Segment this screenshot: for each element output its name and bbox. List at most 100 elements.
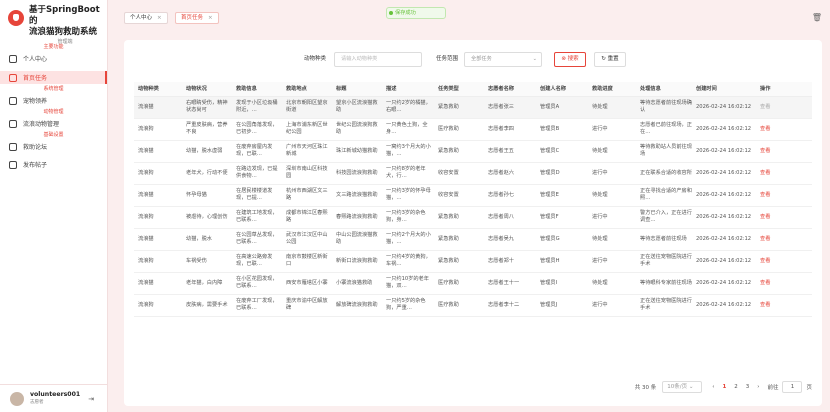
view-button[interactable]: 查看	[756, 184, 812, 207]
table-cell: 在路边发现，已提供食物…	[232, 162, 282, 185]
table-row[interactable]: 流浪猫 右眼睛受伤，精神状态尚可 发现于小区垃圾桶附近，… 北京市朝阳区望京街道 望京小…	[134, 96, 812, 119]
table-cell: 志愿者郑十	[484, 250, 536, 273]
table-cell: 一只约3岁的杂色狗，身…	[382, 206, 434, 229]
avatar[interactable]	[10, 391, 24, 406]
view-button[interactable]: 查看	[756, 206, 812, 229]
table-cell: 紧急救助	[434, 228, 484, 251]
chevron-down-icon: ⌄	[532, 56, 537, 62]
table-cell: 2026-02-24 16:02:12	[692, 184, 756, 207]
column-header: 救助信息	[232, 82, 282, 97]
table-cell: 一只约10岁的老年猫，双…	[382, 272, 434, 295]
table-cell: 流浪猫	[134, 140, 182, 163]
column-header: 救助进度	[588, 82, 636, 97]
view-button[interactable]: 查看	[756, 228, 812, 251]
tab-home-tasks[interactable]: 首页任务 ×	[175, 12, 219, 24]
page-2[interactable]: 2	[734, 384, 738, 390]
table-row[interactable]: 流浪狗 皮肤病，需要手术 在废弃工厂发现，已联系… 重庆市渝中区解放碑 解放碑流浪狗救助…	[134, 294, 812, 317]
heart-icon	[9, 96, 17, 105]
column-header: 救助地点	[282, 82, 332, 97]
table-cell: 志愿者赵六	[484, 162, 536, 185]
user-name: volunteers001	[30, 390, 81, 398]
table-cell: 紧急救助	[434, 140, 484, 163]
table-cell: 流浪狗	[134, 294, 182, 317]
view-button[interactable]: 查看	[756, 294, 812, 317]
table-cell: 等待志愿者前往现场	[636, 228, 692, 251]
column-header: 任务类型	[434, 82, 484, 97]
table-cell: 深圳市南山区科技园	[282, 162, 332, 185]
animal-type-input[interactable]: 请输入动物种类	[334, 52, 422, 67]
user-icon	[9, 54, 17, 63]
table-row[interactable]: 流浪狗 被虐待，心理创伤 在建筑工地发现，已联系… 成都市锦江区春熙路 春熙路流浪狗救助…	[134, 206, 812, 229]
close-icon[interactable]: ×	[208, 15, 213, 21]
page-3[interactable]: 3	[746, 384, 750, 390]
view-button[interactable]: 查看	[756, 140, 812, 163]
page-1[interactable]: 1	[722, 384, 726, 390]
table-row[interactable]: 流浪狗 严重皮肤病，营养不良 在公园角落发现，已初步… 上海市浦东新区世纪公园 世纪公园…	[134, 118, 812, 141]
brand-title-line2: 流浪猫狗救助系统	[29, 27, 98, 37]
logout-icon[interactable]: ⇥	[88, 395, 94, 403]
table-cell: 2026-02-24 16:02:12	[692, 250, 756, 273]
table-cell: 进行中	[588, 118, 636, 141]
table-row[interactable]: 流浪猫 幼猫，脱水虚弱 在废弃房屋内发现，已联… 广州市天河区珠江新城 珠江新城幼猫救助…	[134, 140, 812, 163]
table-row[interactable]: 流浪猫 老年猫，白内障 在小区花园发现，已联系… 西安市雁塔区小寨 小寨流浪猫救助 一只约…	[134, 272, 812, 295]
table-body: 流浪猫 右眼睛受伤，精神状态尚可 发现于小区垃圾桶附近，… 北京市朝阳区望京街道 望京小…	[134, 96, 812, 317]
view-button[interactable]: 查看	[756, 118, 812, 141]
sidebar-item-adoption[interactable]: 宠物领养	[0, 94, 107, 107]
table-cell: 2026-02-24 16:02:12	[692, 140, 756, 163]
goto-page-input[interactable]: 1	[782, 381, 803, 393]
sidebar-item-post[interactable]: 发布帖子	[0, 158, 107, 171]
table-cell: 医疗救助	[434, 118, 484, 141]
table-cell: 管理员J	[536, 294, 588, 317]
user-panel: volunteers001 志愿者 ⇥	[0, 384, 108, 412]
table-cell: 怀孕母猫	[182, 184, 232, 207]
table-row[interactable]: 流浪猫 怀孕母猫 在居民楼楼道发现，已提… 杭州市西湖区文三路 文三路流浪猫救助 一只约3…	[134, 184, 812, 207]
sidebar-item-animal-management[interactable]: 流浪动物管理	[0, 117, 107, 130]
view-button[interactable]: 查看	[756, 96, 812, 119]
view-button[interactable]: 查看	[756, 272, 812, 295]
task-range-select[interactable]: 全部任务 ⌄	[464, 52, 542, 67]
search-button-label: 搜索	[567, 56, 579, 62]
close-icon[interactable]: ×	[157, 15, 162, 21]
table-cell: 在小区花园发现，已联系…	[232, 272, 282, 295]
tab-profile[interactable]: 个人中心 ×	[124, 12, 168, 24]
table-cell: 一窝约3个月大的小猫，…	[382, 140, 434, 163]
next-page-icon[interactable]: ›	[757, 384, 759, 390]
table-cell: 待处理	[588, 96, 636, 119]
view-button[interactable]: 查看	[756, 162, 812, 185]
table-cell: 进行中	[588, 250, 636, 273]
sidebar-item-home-tasks[interactable]: 首页任务	[0, 71, 107, 84]
chat-icon	[9, 142, 17, 151]
table-cell: 望京小区流浪猫救助	[332, 96, 382, 119]
prev-page-icon[interactable]: ‹	[712, 384, 714, 390]
filter-bar: 动物种类 请输入动物种类 任务范围 全部任务 ⌄ ⊗ 搜索 ↻ 重置	[124, 52, 822, 68]
table-cell: 在公园角落发现，已初步…	[232, 118, 282, 141]
page-size-value: 10条/页	[667, 384, 688, 390]
page-size-select[interactable]: 10条/页 ⌄	[662, 381, 703, 393]
table-cell: 管理员F	[536, 206, 588, 229]
column-header: 志愿者名称	[484, 82, 536, 97]
table-cell: 志愿者李四	[484, 118, 536, 141]
table-cell: 在居民楼楼道发现，已提…	[232, 184, 282, 207]
table-cell: 收容安置	[434, 184, 484, 207]
table-cell: 等待志愿者前往现场确认	[636, 96, 692, 119]
search-button[interactable]: ⊗ 搜索	[554, 52, 586, 67]
table-cell: 志愿者周八	[484, 206, 536, 229]
sidebar-item-label: 流浪动物管理	[23, 121, 60, 128]
list-icon	[9, 73, 17, 82]
column-header: 标题	[332, 82, 382, 97]
sidebar-item-profile[interactable]: 个人中心	[0, 52, 107, 65]
sidebar-item-forum[interactable]: 救助论坛	[0, 140, 107, 153]
table-cell: 在高速公路旁发现，已联…	[232, 250, 282, 273]
table-cell: 管理员G	[536, 228, 588, 251]
view-button[interactable]: 查看	[756, 250, 812, 273]
brand-title-line1: 基于SpringBoot的	[29, 5, 100, 26]
reset-button[interactable]: ↻ 重置	[594, 52, 626, 67]
table-row[interactable]: 流浪狗 车祸受伤 在高速公路旁发现，已联… 南京市鼓楼区新街口 新街口流浪狗救助 一只约4…	[134, 250, 812, 273]
table-cell: 被虐待，心理创伤	[182, 206, 232, 229]
trash-icon[interactable]: 🗑	[812, 13, 822, 22]
table-cell: 2026-02-24 16:02:12	[692, 118, 756, 141]
table-row[interactable]: 流浪猫 幼猫，脱水 在公园草丛发现，已联系… 武汉市江汉区中山公园 中山公园流浪猫救助一…	[134, 228, 812, 251]
table-row[interactable]: 流浪狗 老年犬，行动不便 在路边发现，已提供食物… 深圳市南山区科技园 科技园流浪狗救助…	[134, 162, 812, 185]
table-cell: 在废弃房屋内发现，已联…	[232, 140, 282, 163]
table-cell: 老年犬，行动不便	[182, 162, 232, 185]
